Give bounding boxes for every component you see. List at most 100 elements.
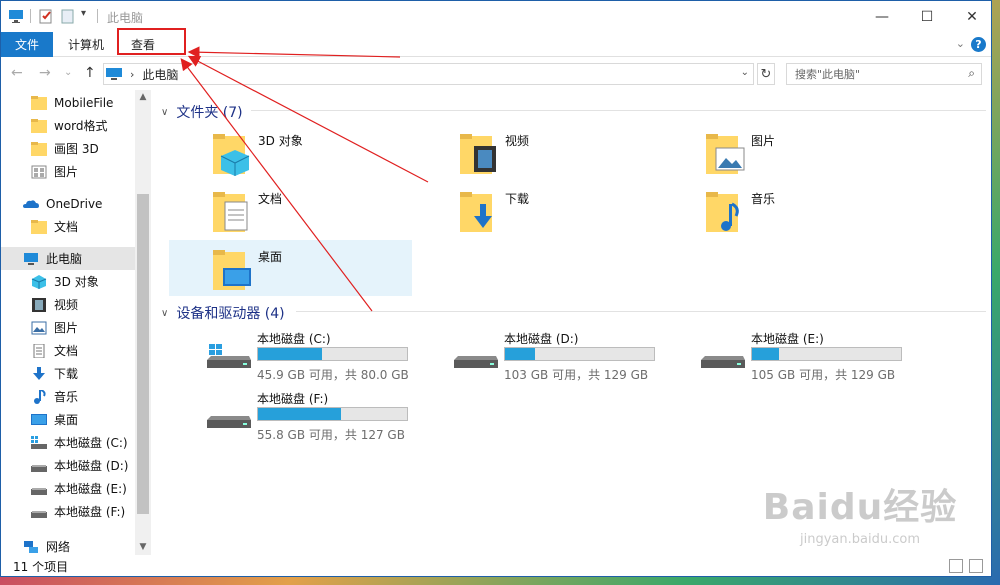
drive-c[interactable]: 本地磁盘 (C:) 45.9 GB 可用，共 80.0 GB (207, 330, 447, 384)
tab-file[interactable]: 文件 (1, 32, 53, 57)
this-pc-icon (106, 68, 122, 80)
search-icon[interactable]: ⌕ (968, 66, 975, 81)
sidebar-item-label: 桌面 (54, 413, 79, 427)
drive-e[interactable]: 本地磁盘 (E:) 105 GB 可用，共 129 GB (701, 330, 941, 384)
window-title: 此电脑 (107, 11, 144, 25)
drive-free-space: 45.9 GB 可用，共 80.0 GB (257, 368, 409, 382)
folder-icon (31, 95, 47, 110)
sidebar-item-label: 本地磁盘 (C:) (54, 436, 128, 450)
folder-downloads[interactable]: 下载 (416, 182, 659, 238)
scroll-down-icon[interactable]: ▼ (135, 542, 151, 552)
sidebar-item-label: 音乐 (54, 390, 79, 404)
folder-label: 图片 (751, 134, 776, 148)
sidebar-item-onedrive-documents[interactable]: 文档 (1, 215, 135, 238)
breadcrumb[interactable]: 此电脑 (142, 66, 178, 83)
address-bar[interactable]: › 此电脑 ⌄ (103, 63, 754, 85)
navigation-bar: ← → ⌄ ↑ › 此电脑 ⌄ ↻ 搜索"此电脑" ⌕ (1, 58, 991, 90)
sidebar-item-3d-objects[interactable]: 3D 对象 (1, 270, 135, 293)
sidebar-item-downloads[interactable]: 下载 (1, 362, 135, 385)
folder-icon (31, 118, 47, 133)
this-pc-icon (24, 252, 38, 265)
drive-free-space: 105 GB 可用，共 129 GB (751, 368, 896, 382)
close-button[interactable]: ✕ (949, 1, 991, 32)
refresh-button[interactable]: ↻ (757, 63, 775, 85)
desktop-icon (31, 413, 47, 425)
sidebar-item-videos[interactable]: 视频 (1, 293, 135, 316)
help-icon[interactable]: ? (971, 37, 986, 52)
address-dropdown-icon[interactable]: ⌄ (741, 67, 749, 78)
sidebar-item-drive-c[interactable]: 本地磁盘 (C:) (1, 431, 135, 454)
folder-3d-objects[interactable]: 3D 对象 (169, 124, 412, 180)
minimize-button[interactable]: — (859, 1, 905, 32)
folder-music[interactable]: 音乐 (662, 182, 905, 238)
sidebar-item-onedrive[interactable]: OneDrive (1, 192, 135, 215)
sidebar-item-label: 图片 (54, 165, 79, 179)
watermark-brand: Baidu经验 (762, 487, 958, 528)
drive-icon (207, 416, 251, 428)
drive-usage-fill (752, 348, 779, 360)
sidebar-item-mobilefile[interactable]: MobileFile (1, 91, 135, 114)
sidebar-item-label: 视频 (54, 298, 79, 312)
annotation-highlight-box (117, 28, 186, 55)
sidebar-item-word-format[interactable]: word格式 (1, 114, 135, 137)
chevron-down-icon[interactable]: ∨ (161, 107, 168, 118)
drive-icon (701, 356, 745, 368)
folder-desktop[interactable]: 桌面 (169, 240, 412, 296)
sidebar-item-music[interactable]: 音乐 (1, 385, 135, 408)
recent-locations-icon[interactable]: ⌄ (64, 67, 72, 78)
drive-d[interactable]: 本地磁盘 (D:) 103 GB 可用，共 129 GB (454, 330, 694, 384)
drive-icon (31, 510, 47, 518)
drive-f[interactable]: 本地磁盘 (F:) 55.8 GB 可用，共 127 GB (207, 390, 447, 444)
this-pc-icon[interactable] (8, 8, 24, 24)
folders-group-header[interactable]: ∨ 文件夹 (7) (161, 102, 243, 122)
drives-group-title: 设备和驱动器 (4) (176, 306, 285, 322)
drive-name: 本地磁盘 (E:) (751, 332, 824, 346)
new-folder-icon[interactable] (60, 8, 76, 24)
sidebar-item-pictures-pinned[interactable]: 图片 (1, 160, 135, 183)
scroll-up-icon[interactable]: ▲ (135, 92, 151, 102)
sidebar-item-label: OneDrive (46, 196, 103, 211)
music-folder-icon (706, 192, 739, 232)
music-icon (34, 389, 46, 404)
details-view-icon[interactable] (949, 559, 963, 573)
network-icon (24, 540, 38, 553)
drive-free-space: 103 GB 可用，共 129 GB (504, 368, 649, 382)
pictures-icon (31, 321, 47, 334)
sidebar-item-label: 网络 (46, 540, 71, 554)
drive-usage-bar (751, 347, 902, 361)
folder-documents[interactable]: 文档 (169, 182, 412, 238)
up-arrow-icon[interactable]: ↑ (84, 65, 96, 81)
tab-computer[interactable]: 计算机 (59, 32, 113, 57)
sidebar-item-drive-f[interactable]: 本地磁盘 (F:) (1, 500, 135, 523)
folder-icon (31, 219, 47, 234)
ribbon-expand-icon[interactable]: ⌄ (956, 37, 965, 50)
sidebar-item-paint3d[interactable]: 画图 3D (1, 137, 135, 160)
sidebar-scrollbar[interactable]: ▲ ▼ (135, 90, 151, 555)
folder-label: 桌面 (258, 250, 283, 264)
folder-icon (31, 141, 47, 156)
sidebar-item-pictures[interactable]: 图片 (1, 316, 135, 339)
drive-usage-fill (258, 408, 342, 420)
forward-arrow-icon[interactable]: → (39, 65, 51, 81)
sidebar-item-drive-e[interactable]: 本地磁盘 (E:) (1, 477, 135, 500)
sidebar-item-documents[interactable]: 文档 (1, 339, 135, 362)
search-input[interactable]: 搜索"此电脑" ⌕ (786, 63, 982, 85)
maximize-button[interactable]: ☐ (904, 1, 950, 32)
back-arrow-icon[interactable]: ← (11, 65, 23, 81)
properties-icon[interactable] (38, 8, 54, 24)
sidebar-item-this-pc[interactable]: 此电脑 (1, 247, 135, 270)
chevron-down-icon[interactable]: ∨ (161, 308, 168, 319)
breadcrumb-chevron-icon[interactable]: › (130, 68, 134, 81)
sidebar-item-label: MobileFile (54, 95, 114, 110)
drives-group-header[interactable]: ∨ 设备和驱动器 (4) (161, 303, 285, 323)
sidebar-item-desktop[interactable]: 桌面 (1, 408, 135, 431)
sidebar-item-drive-d[interactable]: 本地磁盘 (D:) (1, 454, 135, 477)
drive-icon (454, 356, 498, 368)
large-icons-view-icon[interactable] (969, 559, 983, 573)
sidebar-item-label: 3D 对象 (54, 275, 99, 289)
folder-videos[interactable]: 视频 (416, 124, 659, 180)
scrollbar-thumb[interactable] (137, 194, 149, 514)
folders-group-title: 文件夹 (7) (176, 105, 243, 121)
customize-quick-access-icon[interactable]: ▾ (81, 8, 97, 24)
folder-pictures[interactable]: 图片 (662, 124, 905, 180)
